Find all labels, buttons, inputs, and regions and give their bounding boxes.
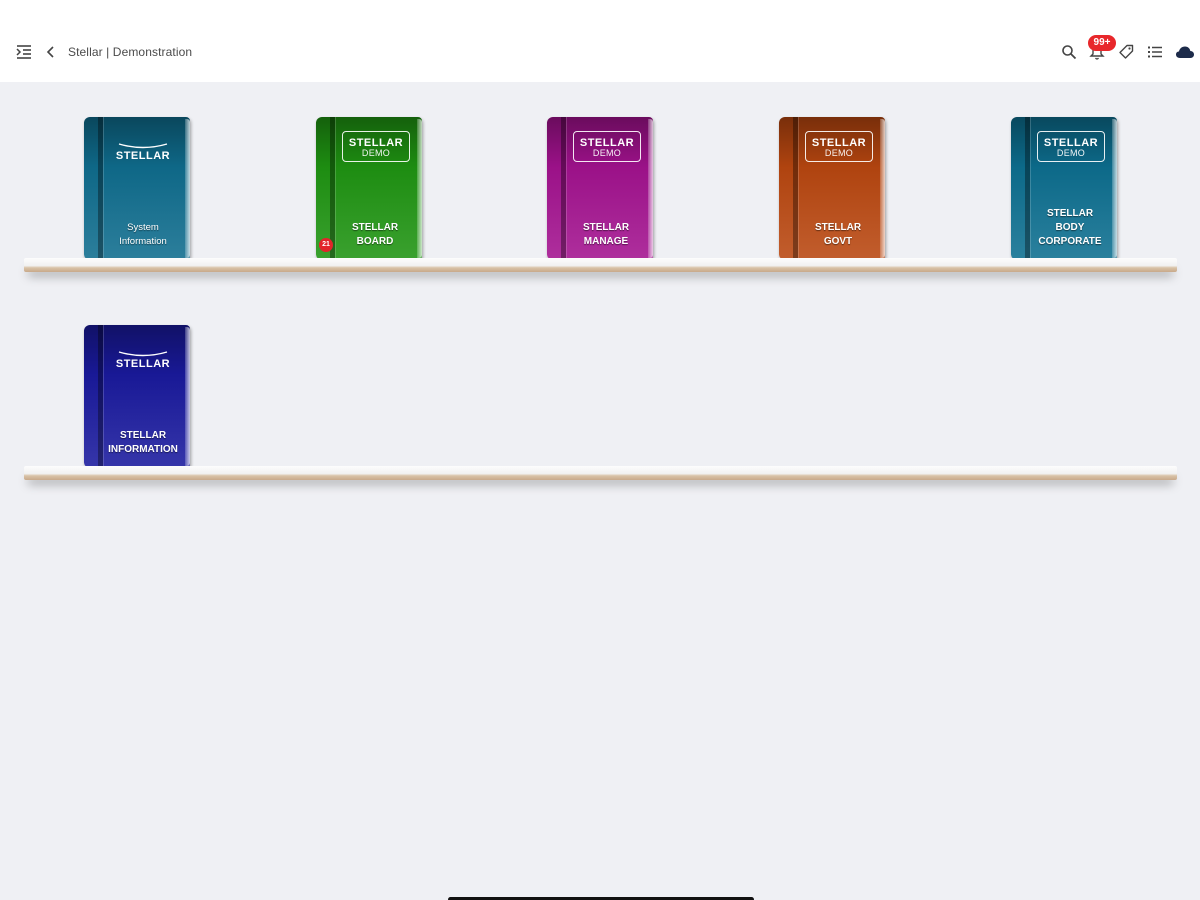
book-title: STELLAR GOVT <box>814 222 862 247</box>
breadcrumb: Stellar | Demonstration <box>68 45 193 59</box>
stellar-logo: STELLAR <box>104 141 182 162</box>
logo-text: STELLAR <box>115 358 171 370</box>
book-pages <box>185 327 190 466</box>
book-title: STELLAR MANAGE <box>582 222 630 247</box>
logo-subtext: DEMO <box>1056 148 1086 158</box>
book-system-information[interactable]: STELLAR System Information <box>84 117 190 260</box>
tag-icon[interactable] <box>1116 42 1136 62</box>
book-stellar-body-corporate[interactable]: STELLAR DEMO STELLAR BODY CORPORATE <box>1011 117 1117 260</box>
book-spine <box>561 117 566 260</box>
book-stellar-manage[interactable]: STELLAR DEMO STELLAR MANAGE <box>547 117 653 260</box>
stellar-demo-logo: STELLAR DEMO <box>1037 131 1105 162</box>
bookshelf-2 <box>24 466 1177 480</box>
unread-count-badge: 21 <box>319 238 333 252</box>
book-title: STELLAR BODY CORPORATE <box>1038 208 1102 247</box>
stellar-logo: STELLAR <box>104 349 182 370</box>
cloud-icon[interactable] <box>1174 42 1196 62</box>
search-icon[interactable] <box>1059 42 1079 62</box>
bookshelf-1 <box>24 258 1177 272</box>
stellar-demo-logo: STELLAR DEMO <box>342 131 410 162</box>
book-stellar-information[interactable]: STELLAR STELLAR INFORMATION <box>84 325 190 468</box>
logo-subtext: DEMO <box>824 148 854 158</box>
stellar-demo-logo: STELLAR DEMO <box>805 131 873 162</box>
book-spine <box>330 117 335 260</box>
book-title: STELLAR INFORMATION <box>108 430 178 455</box>
logo-subtext: DEMO <box>361 148 391 158</box>
book-title: STELLAR BOARD <box>351 222 399 247</box>
list-icon[interactable] <box>1145 42 1165 62</box>
book-spine <box>1025 117 1030 260</box>
book-pages <box>880 119 885 258</box>
notification-badge: 99+ <box>1088 35 1116 51</box>
book-pages <box>185 119 190 258</box>
book-pages <box>417 119 422 258</box>
top-navigation-bar: Stellar | Demonstration 99+ <box>0 0 1200 82</box>
book-spine <box>98 117 103 260</box>
stellar-demo-logo: STELLAR DEMO <box>573 131 641 162</box>
book-spine <box>98 325 103 468</box>
book-stellar-board[interactable]: STELLAR DEMO STELLAR BOARD 21 <box>316 117 422 260</box>
book-pages <box>648 119 653 258</box>
book-spine <box>793 117 798 260</box>
book-pages <box>1112 119 1117 258</box>
book-title: System Information <box>119 222 167 247</box>
menu-indent-icon[interactable] <box>14 43 34 61</box>
back-chevron-icon[interactable] <box>42 43 60 61</box>
book-stellar-govt[interactable]: STELLAR DEMO STELLAR GOVT <box>779 117 885 260</box>
logo-text: STELLAR <box>115 150 171 162</box>
logo-subtext: DEMO <box>592 148 622 158</box>
